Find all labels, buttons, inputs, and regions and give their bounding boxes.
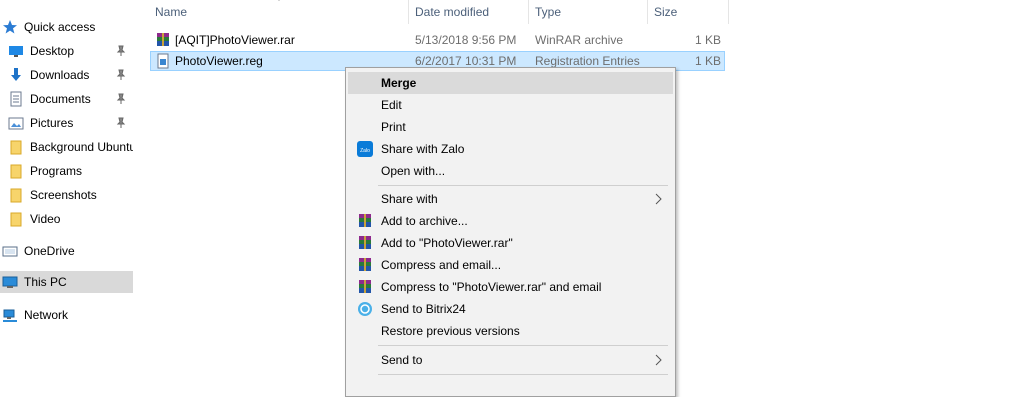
chevron-right-icon xyxy=(655,193,662,205)
folder-icon xyxy=(8,187,24,203)
pin-icon[interactable] xyxy=(115,69,127,81)
folder-icon xyxy=(8,163,24,179)
file-row[interactable]: [AQIT]PhotoViewer.rar 5/13/2018 9:56 PM … xyxy=(150,30,725,50)
menu-item-compress-and-email[interactable]: Compress and email... xyxy=(348,254,673,276)
navigation-pane: Quick access Desktop Downloads Documents… xyxy=(0,0,134,385)
menu-item-merge[interactable]: Merge xyxy=(348,72,673,94)
winrar-icon xyxy=(359,236,371,249)
registry-file-icon xyxy=(157,53,169,69)
file-name[interactable]: PhotoViewer.reg xyxy=(175,51,263,71)
nav-folder-programs[interactable]: Programs xyxy=(0,160,133,182)
sort-chevron-icon xyxy=(278,0,280,1)
nav-folder-video[interactable]: Video xyxy=(0,208,133,230)
menu-item-label: Share with xyxy=(381,192,438,206)
zalo-icon: Zalo xyxy=(357,141,373,157)
nav-pictures[interactable]: Pictures xyxy=(0,112,133,134)
nav-label: OneDrive xyxy=(24,244,75,258)
column-header-name[interactable]: Name xyxy=(155,0,187,24)
file-size: 1 KB xyxy=(694,54,721,68)
file-date: 5/13/2018 9:56 PM xyxy=(415,33,517,47)
menu-item-label: Compress to "PhotoViewer.rar" and email xyxy=(381,280,602,294)
desktop-icon xyxy=(8,43,24,59)
nav-label: Background Ubuntu xyxy=(30,140,133,154)
onedrive-icon xyxy=(2,243,18,259)
column-divider[interactable] xyxy=(728,0,729,24)
menu-item-add-to-archive[interactable]: Add to archive... xyxy=(348,210,673,232)
menu-item-edit[interactable]: Edit xyxy=(348,94,673,116)
file-size: 1 KB xyxy=(694,33,721,47)
nav-quick-access[interactable]: Quick access xyxy=(0,16,133,38)
star-icon xyxy=(2,19,18,35)
menu-item-print[interactable]: Print xyxy=(348,116,673,138)
menu-item-label: Send to xyxy=(381,353,423,367)
winrar-archive-icon xyxy=(157,33,169,46)
pin-icon[interactable] xyxy=(115,117,127,129)
menu-item-restore-previous-versions[interactable]: Restore previous versions xyxy=(348,320,673,342)
nav-folder-screenshots[interactable]: Screenshots xyxy=(0,184,133,206)
menu-item-label: Restore previous versions xyxy=(381,324,520,338)
menu-item-label: Merge xyxy=(381,76,417,90)
folder-icon xyxy=(8,211,24,227)
nav-downloads[interactable]: Downloads xyxy=(0,64,133,86)
menu-item-label: Edit xyxy=(381,98,402,112)
column-header-date[interactable]: Date modified xyxy=(415,0,489,24)
menu-separator xyxy=(378,345,668,346)
menu-item-share-with[interactable]: Share with xyxy=(348,188,673,210)
svg-text:Zalo: Zalo xyxy=(360,148,370,154)
nav-label: Quick access xyxy=(24,20,96,34)
winrar-icon xyxy=(359,214,371,227)
network-icon xyxy=(2,307,18,323)
nav-label: Programs xyxy=(30,164,83,178)
document-icon xyxy=(8,91,24,107)
menu-item-label: Print xyxy=(381,120,406,134)
menu-item-send-to[interactable]: Send to xyxy=(348,349,673,371)
column-divider[interactable] xyxy=(528,0,529,24)
menu-item-open-with[interactable]: Open with... xyxy=(348,160,673,182)
winrar-icon xyxy=(359,258,371,271)
chevron-right-icon xyxy=(655,354,662,366)
winrar-icon xyxy=(359,280,371,293)
context-menu: Merge Edit Print Zalo Share with Zalo Op… xyxy=(345,67,676,397)
menu-separator xyxy=(378,374,668,375)
column-header-size[interactable]: Size xyxy=(654,0,677,24)
menu-item-add-to-rar[interactable]: Add to "PhotoViewer.rar" xyxy=(348,232,673,254)
nav-desktop[interactable]: Desktop xyxy=(0,40,133,62)
nav-label: Network xyxy=(24,308,69,322)
pictures-icon xyxy=(8,115,24,131)
nav-folder-background-ubuntu[interactable]: Background Ubuntu xyxy=(0,136,133,158)
column-divider[interactable] xyxy=(408,0,409,24)
nav-label: Screenshots xyxy=(30,188,97,202)
menu-item-send-to-bitrix24[interactable]: Send to Bitrix24 xyxy=(348,298,673,320)
menu-item-label: Compress and email... xyxy=(381,258,502,272)
nav-label: This PC xyxy=(24,275,67,289)
nav-onedrive[interactable]: OneDrive xyxy=(0,240,133,262)
menu-separator xyxy=(378,185,668,186)
menu-item-compress-rar-email[interactable]: Compress to "PhotoViewer.rar" and email xyxy=(348,276,673,298)
computer-icon xyxy=(2,274,18,290)
menu-item-label: Share with Zalo xyxy=(381,142,465,156)
menu-item-label: Send to Bitrix24 xyxy=(381,302,466,316)
nav-documents[interactable]: Documents xyxy=(0,88,133,110)
menu-item-label: Open with... xyxy=(381,164,446,178)
menu-item-label: Add to archive... xyxy=(381,214,468,228)
file-name[interactable]: [AQIT]PhotoViewer.rar xyxy=(175,30,295,50)
column-header-type[interactable]: Type xyxy=(535,0,561,24)
pin-icon[interactable] xyxy=(115,45,127,57)
menu-item-label: Add to "PhotoViewer.rar" xyxy=(381,236,513,250)
nav-network[interactable]: Network xyxy=(0,304,133,326)
bitrix24-icon xyxy=(358,302,372,316)
menu-item-share-with-zalo[interactable]: Zalo Share with Zalo xyxy=(348,138,673,160)
file-type: WinRAR archive xyxy=(535,33,624,47)
pin-icon[interactable] xyxy=(115,93,127,105)
nav-label: Video xyxy=(30,212,61,226)
column-divider[interactable] xyxy=(647,0,648,24)
download-arrow-icon xyxy=(8,67,24,83)
nav-this-pc[interactable]: This PC xyxy=(0,271,133,293)
folder-icon xyxy=(8,139,24,155)
